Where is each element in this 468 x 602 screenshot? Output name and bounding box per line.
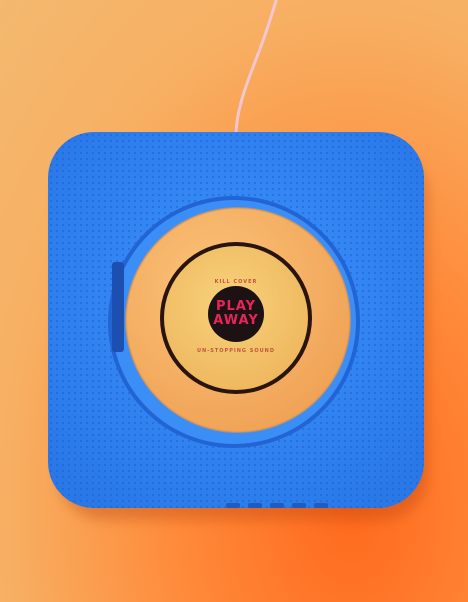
label-text-layer: KILL COVER PLAY AWAY UN-STOPPING SOUND [197,279,275,354]
logo-line1-text: PLAY [216,299,256,314]
logo-top-text: KILL COVER [215,279,258,285]
logo-bottom-text: UN-STOPPING SOUND [197,348,275,354]
logo-line2-text: AWAY [213,313,258,328]
product-photo: KILL COVER PLAY AWAY UN-STOPPING SOUND [0,0,468,602]
